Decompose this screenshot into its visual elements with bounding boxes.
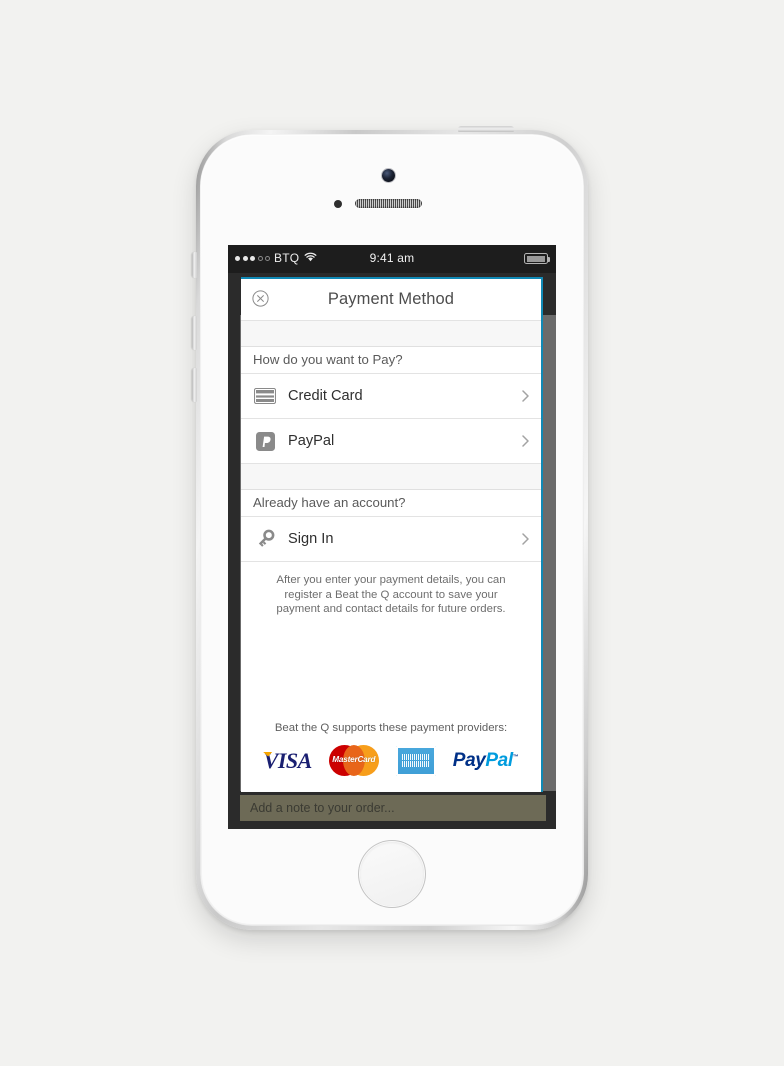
mastercard-logo-text: MasterCard (332, 755, 376, 764)
key-icon (253, 527, 277, 551)
home-button[interactable] (360, 842, 424, 906)
battery-icon (524, 253, 550, 264)
list-item-label: Credit Card (288, 388, 363, 404)
providers-caption: Beat the Q supports these payment provid… (274, 722, 508, 734)
paypal-trademark-symbol: ™ (512, 754, 519, 761)
list-item-credit-card[interactable]: Credit Card (241, 374, 541, 419)
phone-screen: BTQ 9:41 am Add a note to your order... (228, 245, 556, 829)
section-header-account: Already have an account? (241, 490, 541, 517)
chevron-right-icon (522, 389, 529, 402)
paypal-logo-text-1: Pay (452, 750, 486, 771)
volume-down-button[interactable] (192, 368, 197, 402)
power-button[interactable] (458, 126, 514, 132)
close-circle-icon[interactable] (252, 290, 269, 307)
paypal-icon (253, 429, 277, 453)
payment-method-modal: Payment Method How do you want to Pay? C… (241, 277, 543, 792)
provider-logo-list: VISA MasterCard AMERICAN EXPRESS (241, 745, 541, 776)
help-text: After you enter your payment details, yo… (276, 574, 506, 616)
modal-gap-strip (241, 321, 541, 347)
american-express-logo: AMERICAN EXPRESS (395, 745, 436, 776)
payment-providers-block: Beat the Q supports these payment provid… (241, 722, 541, 792)
page-title: Payment Method (327, 290, 455, 308)
list-item-label: Sign In (288, 531, 334, 547)
section-header-payment-method: How do you want to Pay? (241, 347, 541, 374)
order-note-input[interactable]: Add a note to your order... (240, 795, 546, 821)
chevron-right-icon (522, 434, 529, 447)
status-bar-time: 9:41 am (369, 251, 415, 265)
volume-up-button[interactable] (192, 316, 197, 350)
earpiece-speaker (355, 199, 422, 208)
credit-card-icon (253, 384, 277, 408)
list-item-paypal[interactable]: PayPal (241, 419, 541, 464)
proximity-sensor (334, 200, 342, 208)
front-camera (382, 169, 395, 182)
modal-gap-strip-2 (241, 464, 541, 490)
visa-logo-text: VISA (263, 747, 313, 773)
modal-header: Payment Method (241, 279, 541, 321)
mastercard-logo: MasterCard (328, 745, 379, 776)
visa-logo: VISA (262, 747, 313, 773)
paypal-logo-text-2: Pal (485, 750, 513, 771)
modal-spacer (241, 616, 541, 722)
status-bar: BTQ 9:41 am (228, 245, 556, 273)
paypal-logo: PayPal™ (453, 751, 519, 770)
list-item-sign-in[interactable]: Sign In (241, 517, 541, 562)
silent-switch[interactable] (192, 252, 197, 278)
list-item-label: PayPal (288, 433, 335, 449)
phone-mockup: BTQ 9:41 am Add a note to your order... (192, 126, 588, 930)
chevron-right-icon (522, 532, 529, 545)
